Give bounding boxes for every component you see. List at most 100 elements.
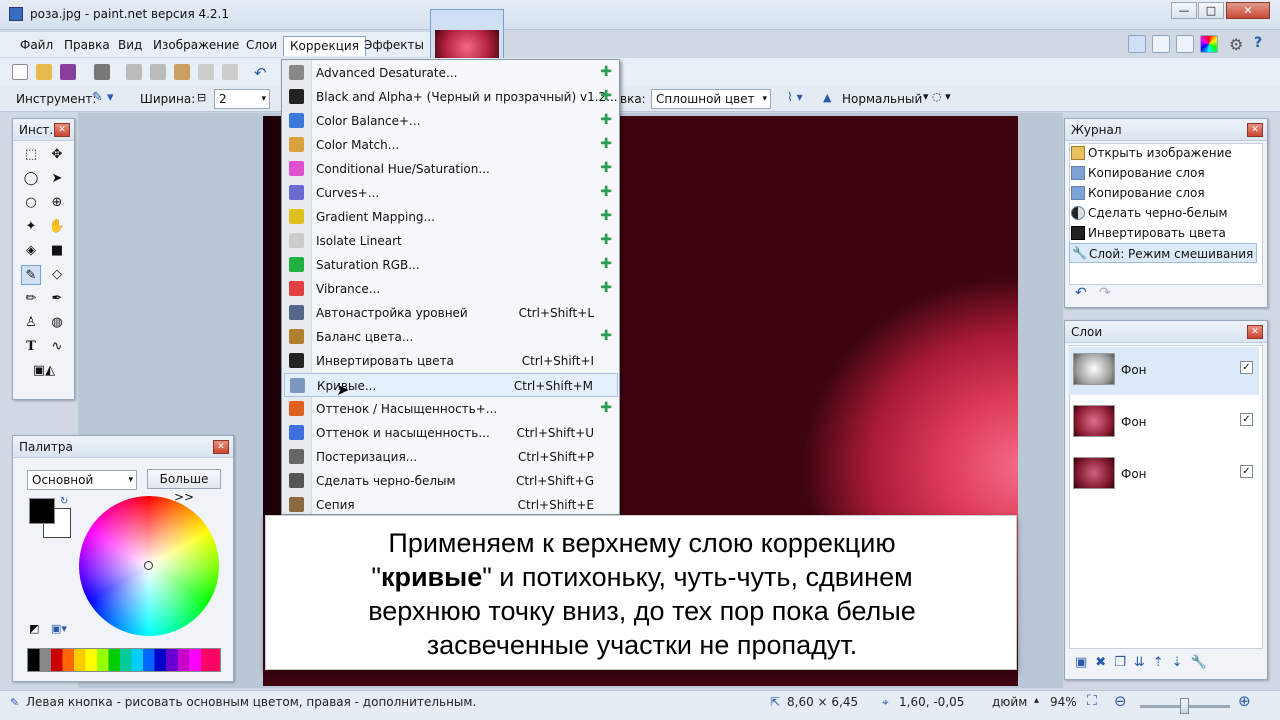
magic-wand-icon[interactable]: ✦ [21,217,41,237]
menu-item[interactable]: Сепия Ctrl+Shift+E [284,493,618,517]
save-icon[interactable] [60,64,76,80]
zoom-in-icon[interactable]: ⊕ [1238,692,1251,710]
zoom-tool-icon[interactable]: ⊕ [47,193,67,213]
move-selection-icon[interactable]: ➤ [47,169,67,189]
print-icon[interactable] [94,64,110,80]
blend-mode-dropdown-icon[interactable]: ▾ ◌ ▾ [923,90,951,103]
menu-edit[interactable]: Правка [58,36,116,56]
shapes-tool-icon[interactable]: ▣◭ [21,361,67,381]
decrease-width-icon[interactable]: ⊟ [197,91,206,104]
history-window-icon[interactable] [1152,35,1170,53]
color-wheel-cursor[interactable] [144,561,153,570]
menu-image[interactable]: Изображение [147,36,245,56]
menu-effects[interactable]: Эффекты [358,36,430,56]
zoom-to-window-icon[interactable]: ⛶ [1087,693,1097,709]
rectangle-select-icon[interactable]: ⬚ [21,145,41,165]
history-item-blend-mode[interactable]: 🔧 Слой: Режим смешивания [1069,243,1257,263]
menu-item[interactable]: Saturation RGB... ✚ [284,253,618,277]
history-item-copy-layer[interactable]: Копирование слоя [1069,163,1257,183]
tools-panel-close-button[interactable]: ✕ [54,123,70,137]
lasso-select-icon[interactable]: ◯ [21,169,41,189]
history-undo-icon[interactable]: ↶ [1075,285,1087,301]
menu-item[interactable]: Инвертировать цвета Ctrl+Shift+I [284,349,618,373]
layers-window-icon[interactable] [1176,35,1194,53]
merge-layer-icon[interactable]: ⇊ [1134,655,1153,670]
move-selected-icon[interactable]: ✥ [47,145,67,165]
primary-color-swatch[interactable] [29,498,55,524]
width-input[interactable]: 2 ▾ [214,89,270,109]
open-file-icon[interactable] [36,64,52,80]
recolor-tool-icon[interactable]: ◍ [47,313,67,333]
palette-mode-select[interactable]: Основной ▾ [27,470,137,490]
menu-item[interactable]: Постеризация... Ctrl+Shift+P [284,445,618,469]
menu-view[interactable]: Вид [112,36,148,56]
fill-select[interactable]: Сплошной цвет ▾ [651,89,771,109]
menu-item[interactable]: Автонастройка уровней Ctrl+Shift+L [284,301,618,325]
deselect-icon[interactable] [222,64,238,80]
zoom-value[interactable]: 94% [1050,695,1077,709]
history-redo-icon[interactable]: ↷ [1099,285,1111,301]
color-picker-icon[interactable]: ✒ [47,289,67,309]
menu-item[interactable]: Isolate Lineart ✚ [284,229,618,253]
menu-item[interactable]: Баланс цвета... ✚ [284,325,618,349]
menu-item[interactable]: Advanced Desaturate... ✚ [284,61,618,85]
layer-visibility-checkbox[interactable]: ✓ [1240,465,1253,478]
paintbrush-tool-icon[interactable]: ✎ [21,265,41,285]
add-layer-icon[interactable]: ▣ [1075,655,1095,670]
paste-icon[interactable] [174,64,190,80]
antialias-icon[interactable]: ⌇ ▾ [787,90,803,104]
palette-menu-icon[interactable]: ▣▾ [51,622,67,635]
zoom-slider-thumb[interactable] [1180,698,1189,714]
history-item-copy-layer[interactable]: Копирование слоя [1069,183,1257,203]
gradient-tool-icon[interactable]: ■ [47,241,67,261]
menu-item[interactable]: Кривые... Ctrl+Shift+M [284,373,618,397]
palette-panel-close-button[interactable]: ✕ [213,440,229,454]
menu-layers[interactable]: Слои [240,36,283,56]
menu-file[interactable]: Файл [14,36,59,56]
text-tool-icon[interactable]: T [21,337,41,357]
colors-window-icon[interactable] [1200,35,1218,53]
layer-visibility-checkbox[interactable]: ✓ [1240,413,1253,426]
menu-item[interactable]: Оттенок / Насыщенность+... ✚ [284,397,618,421]
paint-bucket-icon[interactable]: ◈ [21,241,41,261]
swap-colors-icon[interactable]: ↻ [60,496,68,507]
crop-icon[interactable] [198,64,214,80]
delete-layer-icon[interactable]: ✖ [1095,655,1114,670]
units-select[interactable]: дюйм [992,695,1027,709]
menu-adjustments[interactable]: Коррекция [283,36,366,56]
duplicate-layer-icon[interactable]: ❐ [1114,655,1134,670]
tools-window-icon[interactable] [1128,35,1146,53]
undo-icon[interactable]: ↶ [254,64,270,82]
menu-item[interactable]: Black and Alpha+ (Черный и прозрачный) v… [284,85,618,109]
menu-item[interactable]: Color Balance+... ✚ [284,109,618,133]
layer-properties-icon[interactable]: 🔧 [1191,655,1215,670]
layer-row-top[interactable]: Фон ✓ [1069,347,1259,395]
clone-stamp-icon[interactable]: ♙ [21,313,41,333]
image-tab-thumbnail[interactable] [430,9,504,61]
history-item-invert[interactable]: Инвертировать цвета [1069,223,1257,243]
line-curve-icon[interactable]: ∿ [47,337,67,357]
units-dropdown-icon[interactable]: ▴ [1034,695,1039,706]
palette-more-button[interactable]: Больше >> [147,469,221,504]
pan-tool-icon[interactable]: ✋ [47,217,67,237]
move-layer-down-icon[interactable]: ⇣ [1172,655,1191,670]
eraser-tool-icon[interactable]: ◇ [47,265,67,285]
palette-swatches[interactable] [27,648,221,672]
brush-tool-icon[interactable]: ✎ ▾ [92,90,114,105]
cut-icon[interactable] [126,64,142,80]
copy-icon[interactable] [150,64,166,80]
ellipse-select-icon[interactable]: ○ [21,193,41,213]
history-panel-close-button[interactable]: ✕ [1247,123,1263,137]
menu-item[interactable]: Conditional Hue/Saturation... ✚ [284,157,618,181]
layer-row[interactable]: Фон ✓ [1069,451,1259,499]
reset-colors-icon[interactable]: ◩ [29,622,39,635]
menu-item[interactable]: Vibrance... ✚ [284,277,618,301]
close-button[interactable]: ✕ [1226,2,1270,19]
menu-item[interactable]: Оттенок и насыщенность... Ctrl+Shift+U [284,421,618,445]
settings-gear-icon[interactable]: ⚙ [1229,35,1243,54]
layers-panel-close-button[interactable]: ✕ [1247,325,1263,339]
help-icon[interactable]: ? [1254,35,1262,51]
move-layer-up-icon[interactable]: ⇡ [1153,655,1172,670]
new-file-icon[interactable] [12,64,28,80]
pencil-tool-icon[interactable]: ✏ [21,289,41,309]
